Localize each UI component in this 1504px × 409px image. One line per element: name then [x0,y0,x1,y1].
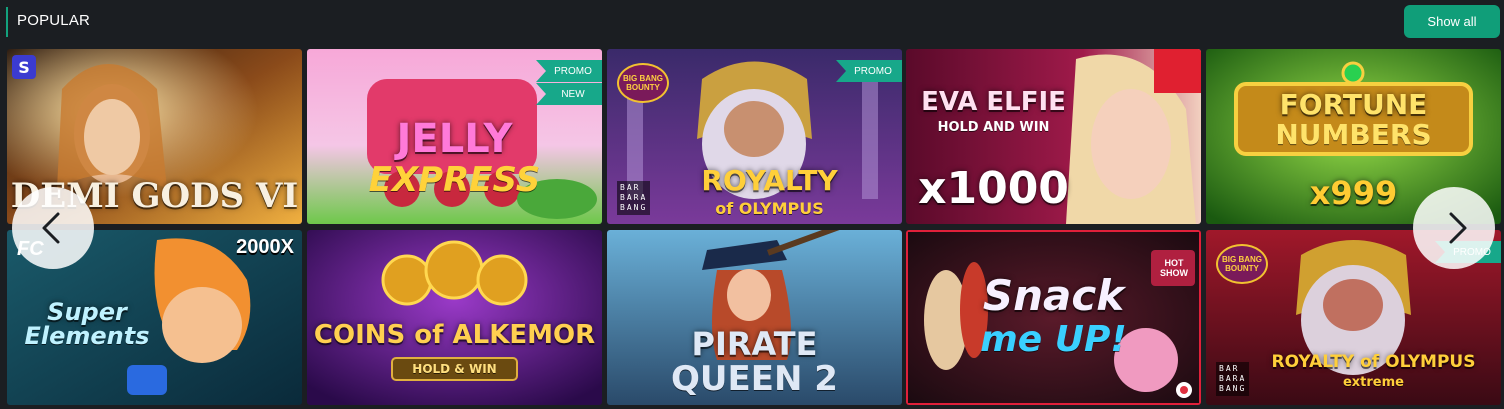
game-tile-snack-me-up[interactable]: HOT SHOW Snack me UP! [906,230,1201,405]
game-subtitle: of OLYMPUS [715,199,824,218]
chevron-left-icon [42,212,60,244]
game-multiplier: x1000 [918,163,1069,214]
game-title: JELLY [396,116,513,162]
pragmatic-chip-icon [1176,382,1192,398]
game-artwork [307,230,602,405]
big-bang-bounty-logo: BIG BANG BOUNTY [1216,244,1268,284]
game-title: PIRATE [691,325,818,363]
game-tile-pirate-queen-2[interactable]: PIRATE QUEEN 2 [607,230,902,405]
game-subtitle: Elements [24,322,150,350]
game-tile-eva-elfie[interactable]: EVA ELFIE HOLD AND WIN x1000 [906,49,1201,224]
chevron-right-icon [1449,212,1467,244]
game-tile-royalty-of-olympus[interactable]: PROMO BIG BANG BOUNTY BAR BARA BANG ROYA… [607,49,902,224]
game-multiplier: 2000X [236,236,294,258]
provider-s-logo-icon: S [12,55,36,79]
section-accent-bar [6,7,8,37]
game-title: COINS of ALKEMOR [313,320,596,350]
game-subtitle: HOLD & WIN [412,362,497,376]
carousel-prev-button[interactable] [12,187,94,269]
game-title: ROYALTY of OLYMPUS [1271,352,1476,372]
game-subtitle: EXPRESS [368,160,541,200]
game-tile-coins-of-alkemor[interactable]: COINS of ALKEMOR HOLD & WIN [307,230,602,405]
svg-text:S: S [18,58,30,77]
game-title: ROYALTY [701,164,838,197]
game-subtitle: extreme [1342,375,1404,390]
carousel-next-button[interactable] [1413,187,1495,269]
game-title: FORTUNE [1279,88,1428,121]
section-title: POPULAR [17,12,91,29]
big-bang-bounty-logo: BIG BANG BOUNTY [617,63,669,103]
game-tile-jelly-express[interactable]: PROMO NEW JELLY EXPRESS [307,49,602,224]
game-title: Super [47,298,127,326]
game-subtitle: me UP! [980,319,1127,360]
game-title: Snack [982,271,1125,320]
game-subtitle: NUMBERS [1275,118,1432,151]
game-subtitle: HOLD AND WIN [937,120,1050,135]
popular-section-header: POPULAR Show all [0,0,1504,44]
show-all-button[interactable]: Show all [1404,5,1500,38]
game-subtitle: QUEEN 2 [671,359,838,399]
game-title: EVA ELFIE [921,87,1066,117]
